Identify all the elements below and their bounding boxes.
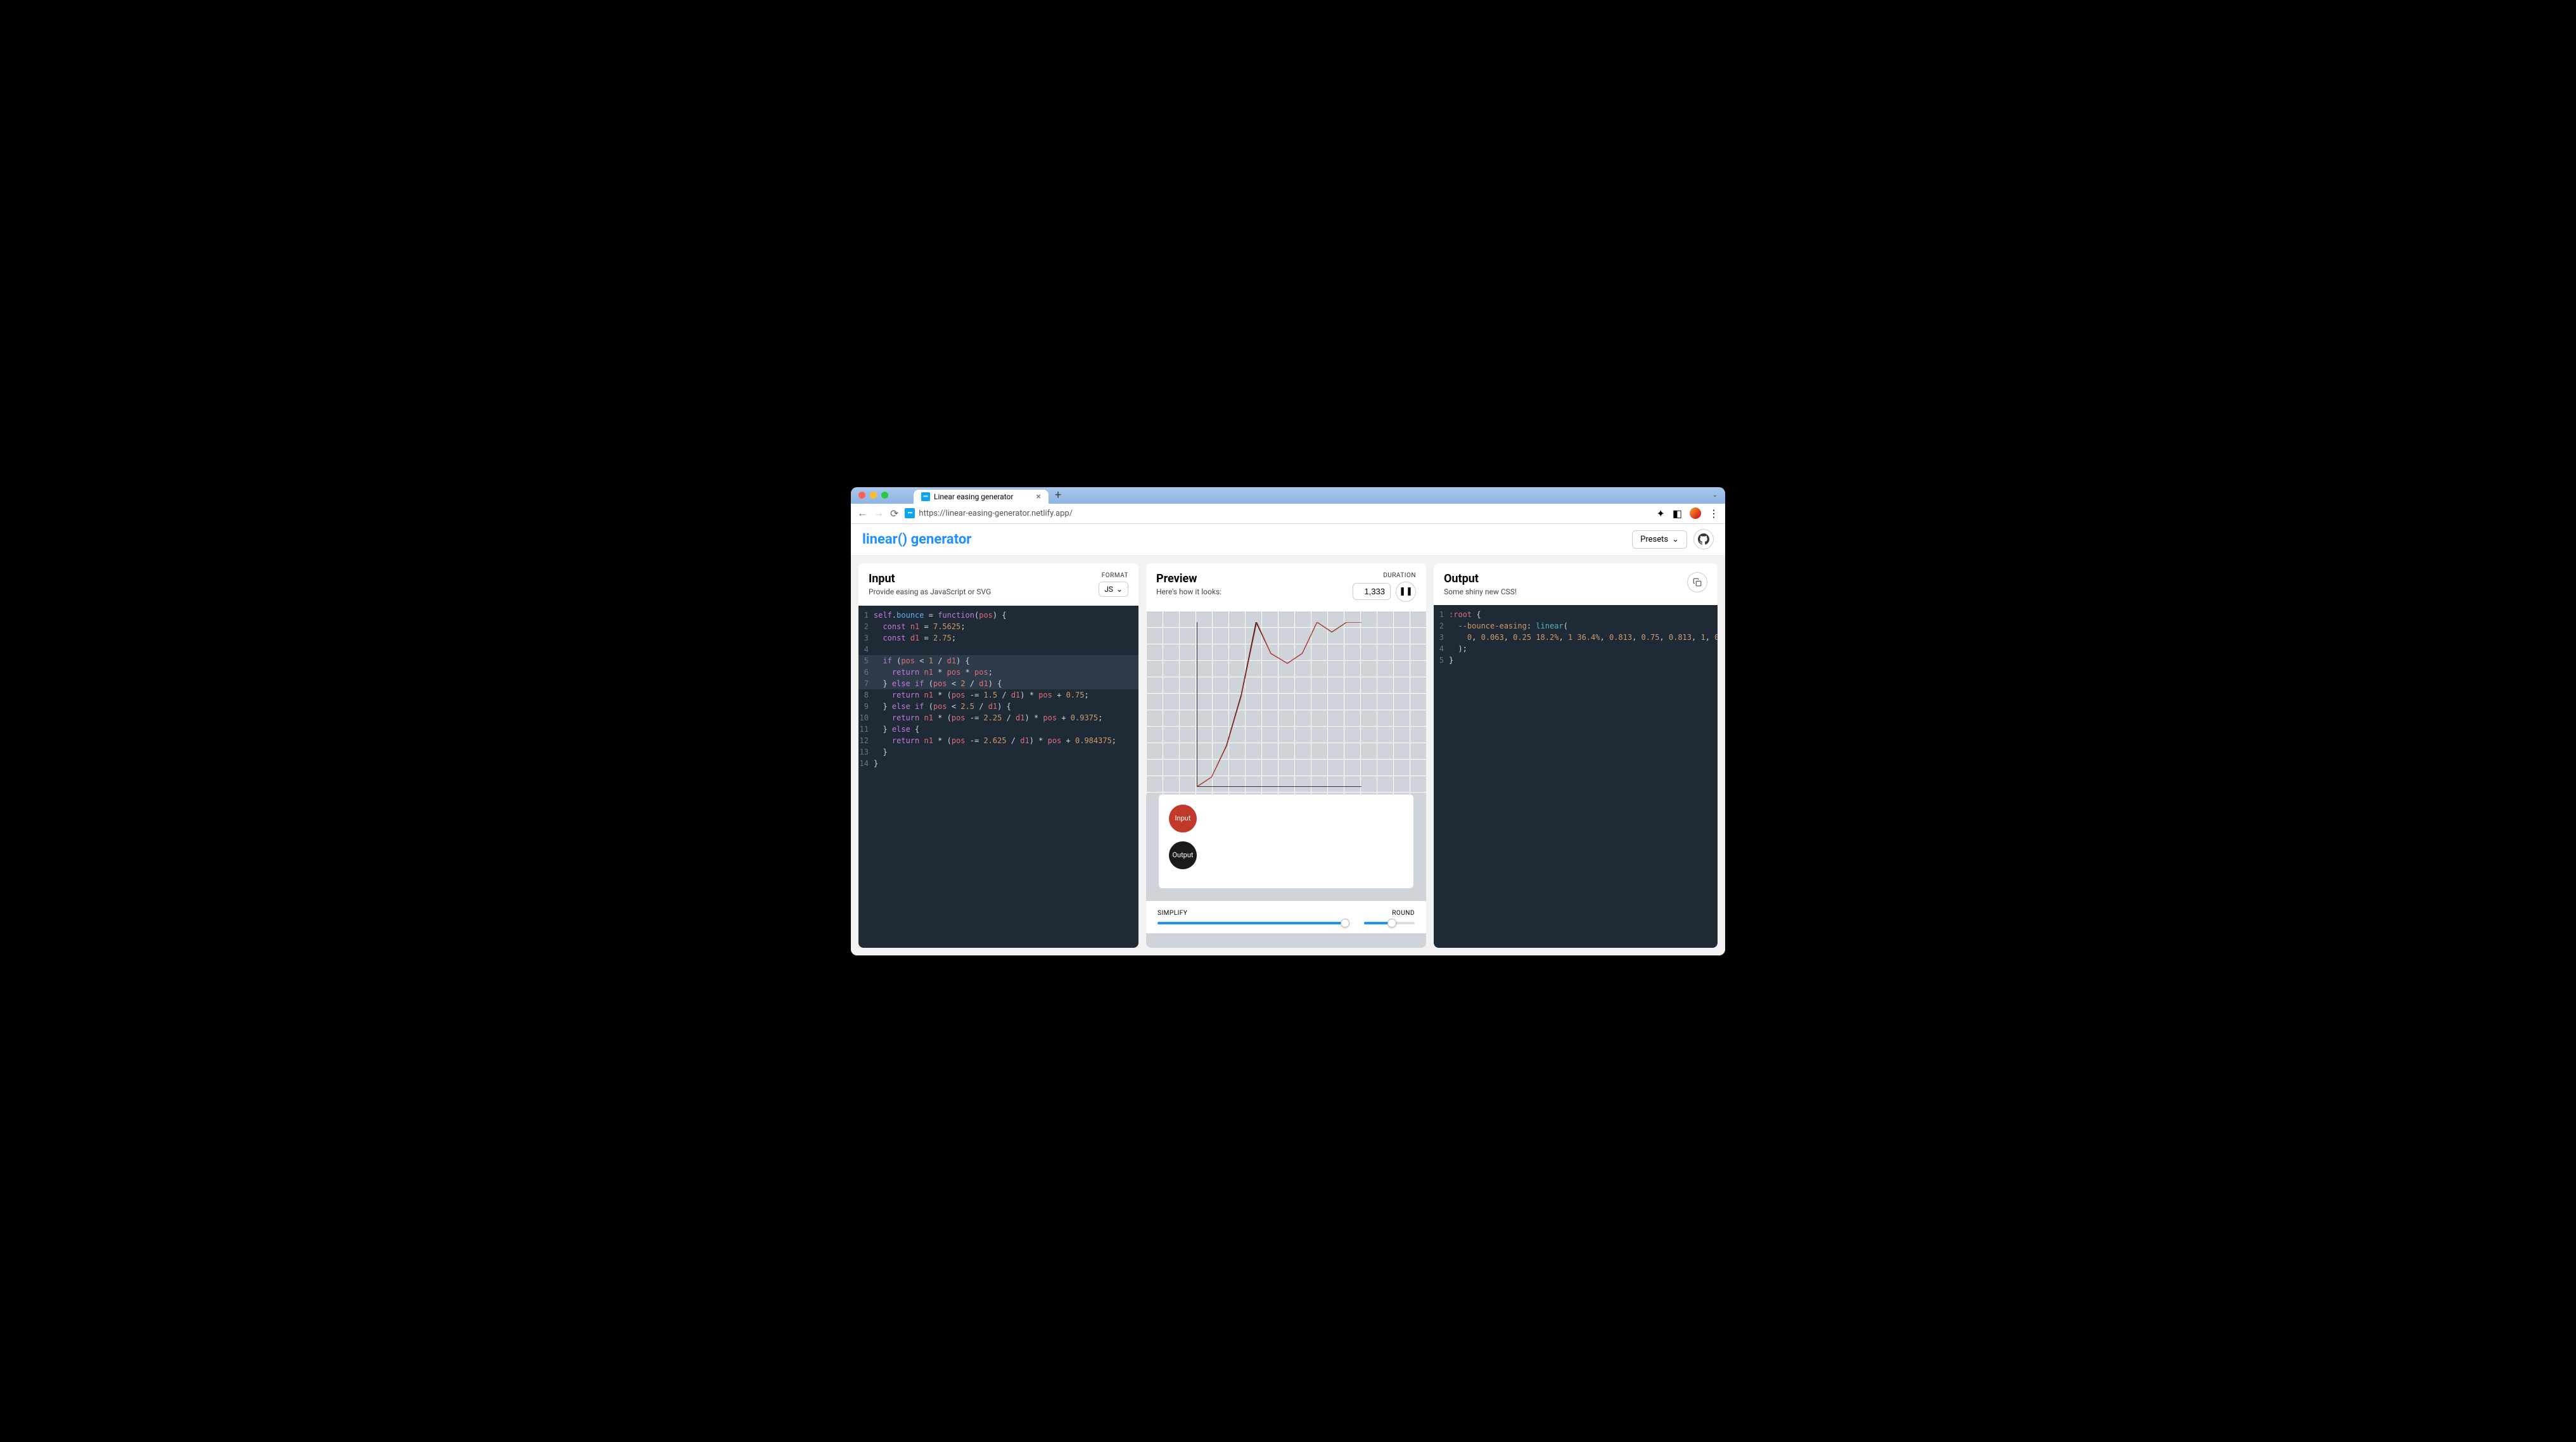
output-panel: Output Some shiny new CSS! 1:root {2 --b… [1434, 563, 1718, 948]
forward-button[interactable]: → [874, 507, 884, 520]
pause-icon: ❚❚ [1399, 587, 1413, 596]
format-label: FORMAT [1102, 572, 1128, 579]
tab-strip: ⎓ Linear easing generator × + [914, 487, 1066, 504]
browser-window: ⎓ Linear easing generator × + ⌄ ← → ⟳ ⎓ … [851, 487, 1725, 955]
url-input[interactable]: ⎓ https://linear-easing-generator.netlif… [905, 508, 1650, 518]
simplify-label: SIMPLIFY [1157, 910, 1345, 917]
play-pause-button[interactable]: ❚❚ [1396, 582, 1416, 602]
duration-label: DURATION [1383, 572, 1416, 579]
panel-icon[interactable]: ◧ [1673, 507, 1682, 520]
address-bar: ← → ⟳ ⎓ https://linear-easing-generator.… [851, 504, 1725, 524]
maximize-window-button[interactable] [881, 492, 888, 499]
back-button[interactable]: ← [857, 507, 867, 520]
preview-panel: Preview Here's how it looks: DURATION ❚❚ [1146, 563, 1426, 948]
round-slider[interactable] [1364, 922, 1415, 924]
format-select[interactable]: JS ⌄ [1099, 582, 1128, 597]
tabs-overflow-button[interactable]: ⌄ [1712, 492, 1718, 499]
round-label: ROUND [1364, 910, 1415, 917]
toolbar-icons: ✦ ◧ ⋮ [1656, 507, 1719, 520]
new-tab-button[interactable]: + [1050, 488, 1066, 502]
browser-tab[interactable]: ⎓ Linear easing generator × [914, 490, 1049, 504]
copy-icon [1693, 578, 1702, 587]
copy-button[interactable] [1687, 572, 1707, 592]
input-ball: Input [1169, 805, 1197, 833]
output-title: Output [1444, 572, 1517, 585]
output-ball: Output [1169, 841, 1197, 869]
format-value: JS [1104, 585, 1113, 594]
menu-button[interactable]: ⋮ [1709, 507, 1719, 520]
easing-graph [1146, 611, 1426, 794]
input-title: Input [869, 572, 991, 585]
preview-subtitle: Here's how it looks: [1156, 587, 1221, 596]
extensions-icon[interactable]: ✦ [1656, 507, 1664, 520]
input-panel: Input Provide easing as JavaScript or SV… [858, 563, 1138, 948]
input-code-editor[interactable]: 1self.bounce = function(pos) {2 const n1… [858, 606, 1138, 948]
close-window-button[interactable] [858, 492, 865, 499]
reload-button[interactable]: ⟳ [890, 507, 898, 520]
url-text: https://linear-easing-generator.netlify.… [919, 509, 1073, 518]
app-header: linear() generator Presets ⌄ [851, 524, 1725, 556]
sliders-row: SIMPLIFY ROUND [1146, 901, 1426, 933]
github-link[interactable] [1693, 529, 1714, 549]
close-tab-button[interactable]: × [1036, 492, 1040, 502]
chevron-down-icon: ⌄ [1116, 585, 1123, 594]
duration-input[interactable] [1353, 583, 1391, 600]
chevron-down-icon: ⌄ [1672, 535, 1679, 544]
minimize-window-button[interactable] [870, 492, 877, 499]
app-title: linear() generator [862, 532, 971, 547]
presets-label: Presets [1640, 535, 1668, 544]
simplify-slider[interactable] [1157, 922, 1345, 924]
output-subtitle: Some shiny new CSS! [1444, 587, 1517, 596]
output-code-editor[interactable]: 1:root {2 --bounce-easing: linear(3 0, 0… [1434, 605, 1718, 948]
preview-title: Preview [1156, 572, 1221, 585]
animation-demo: Input Output [1159, 794, 1413, 888]
presets-dropdown[interactable]: Presets ⌄ [1632, 530, 1687, 549]
github-icon [1698, 533, 1709, 545]
graph-svg [1197, 622, 1361, 787]
main-panels: Input Provide easing as JavaScript or SV… [851, 556, 1725, 955]
site-icon: ⎓ [905, 508, 915, 518]
profile-avatar[interactable] [1690, 507, 1701, 519]
window-controls [858, 492, 888, 499]
favicon-icon: ⎓ [921, 492, 930, 501]
titlebar: ⎓ Linear easing generator × + ⌄ [851, 487, 1725, 504]
input-subtitle: Provide easing as JavaScript or SVG [869, 587, 991, 596]
tab-title: Linear easing generator [934, 492, 1013, 501]
